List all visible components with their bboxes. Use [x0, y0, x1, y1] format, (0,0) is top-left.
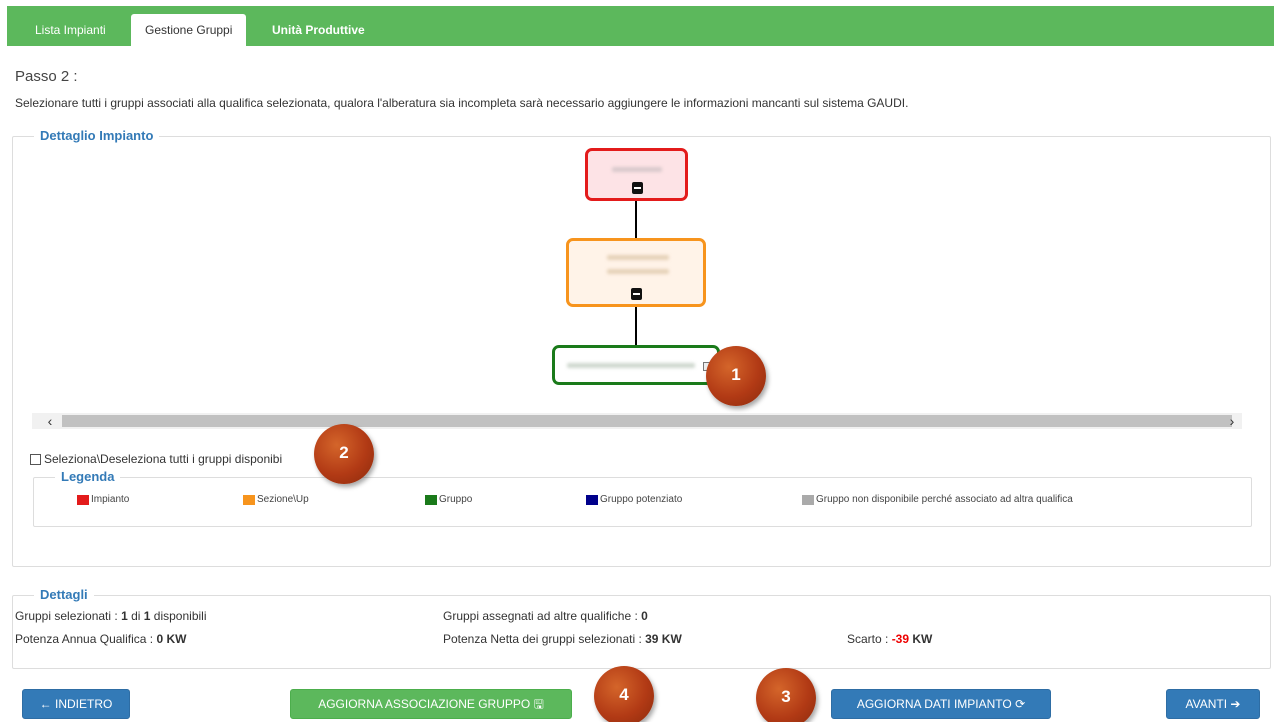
legend-swatch [425, 494, 437, 505]
legend-label: Gruppo [439, 494, 473, 505]
marker-3: 3 [756, 668, 816, 722]
legend-swatch [77, 494, 89, 505]
tree-node-impianto[interactable] [585, 148, 688, 201]
collapse-icon[interactable] [632, 182, 643, 194]
tree-connector [635, 307, 637, 347]
legend-label: Sezione\Up [257, 494, 309, 505]
gruppi-selezionati: Gruppi selezionati : 1 di 1 disponibili [15, 609, 207, 623]
legend-item-gruppo-non-disponibile: Gruppo non disponibile perché associato … [802, 494, 1073, 505]
legend-swatch [586, 494, 598, 505]
legend-swatch [802, 494, 814, 505]
tab-lista-impianti[interactable]: Lista Impianti [21, 14, 120, 46]
legend-item-gruppo: Gruppo [425, 494, 472, 505]
step-title: Passo 2 : [15, 68, 78, 85]
marker-4: 4 [594, 666, 654, 722]
dettaglio-impianto-title: Dettaglio Impianto [34, 128, 160, 143]
instructions-text: Selezionare tutti i gruppi associati all… [15, 96, 909, 110]
gruppi-assegnati: Gruppi assegnati ad altre qualifiche : 0 [443, 609, 648, 623]
tree-connector [635, 201, 637, 240]
scarto: Scarto : -39 KW [847, 632, 933, 646]
legend-item-gruppo-potenziato: Gruppo potenziato [586, 494, 682, 505]
legend-label: Impianto [91, 494, 130, 505]
dettagli-title: Dettagli [34, 587, 94, 602]
scrollbar-thumb[interactable] [62, 415, 1232, 427]
legend-item-sezione: Sezione\Up [243, 494, 309, 505]
aggiorna-dati-impianto-button[interactable]: AGGIORNA DATI IMPIANTO ⟳ [831, 689, 1051, 719]
tree-node-sezione[interactable] [566, 238, 706, 307]
tree-node-gruppo[interactable] [552, 345, 720, 385]
scroll-left-icon[interactable]: ‹ [42, 413, 58, 429]
indietro-button[interactable]: ← INDIETRO [22, 689, 130, 719]
potenza-annua: Potenza Annua Qualifica : 0 KW [15, 632, 187, 646]
select-all-control[interactable]: Seleziona\Deseleziona tutti i gruppi dis… [30, 452, 282, 466]
avanti-button[interactable]: AVANTI ➔ [1166, 689, 1260, 719]
marker-2: 2 [314, 424, 374, 484]
collapse-icon[interactable] [631, 288, 642, 300]
top-nav: Lista Impianti Gestione Gruppi Unità Pro… [7, 6, 1274, 46]
tab-gestione-gruppi[interactable]: Gestione Gruppi [131, 14, 247, 46]
legenda-title: Legenda [55, 469, 121, 484]
legend-label: Gruppo potenziato [600, 494, 683, 505]
select-all-checkbox[interactable] [30, 453, 41, 465]
legend-label: Gruppo non disponibile perché associato … [816, 494, 1073, 505]
select-all-label: Seleziona\Deseleziona tutti i gruppi dis… [44, 452, 283, 466]
legend-item-impianto: Impianto [77, 494, 129, 505]
tab-unita-produttive[interactable]: Unità Produttive [258, 14, 379, 46]
aggiorna-associazione-gruppo-button[interactable]: AGGIORNA ASSOCIAZIONE GRUPPO 🖫 [290, 689, 572, 719]
scroll-right-icon[interactable]: › [1224, 413, 1240, 429]
potenza-netta: Potenza Netta dei gruppi selezionati : 3… [443, 632, 682, 646]
legend-swatch [243, 494, 255, 505]
marker-1: 1 [706, 346, 766, 406]
tree-horizontal-scrollbar[interactable]: ‹ › [32, 413, 1242, 429]
